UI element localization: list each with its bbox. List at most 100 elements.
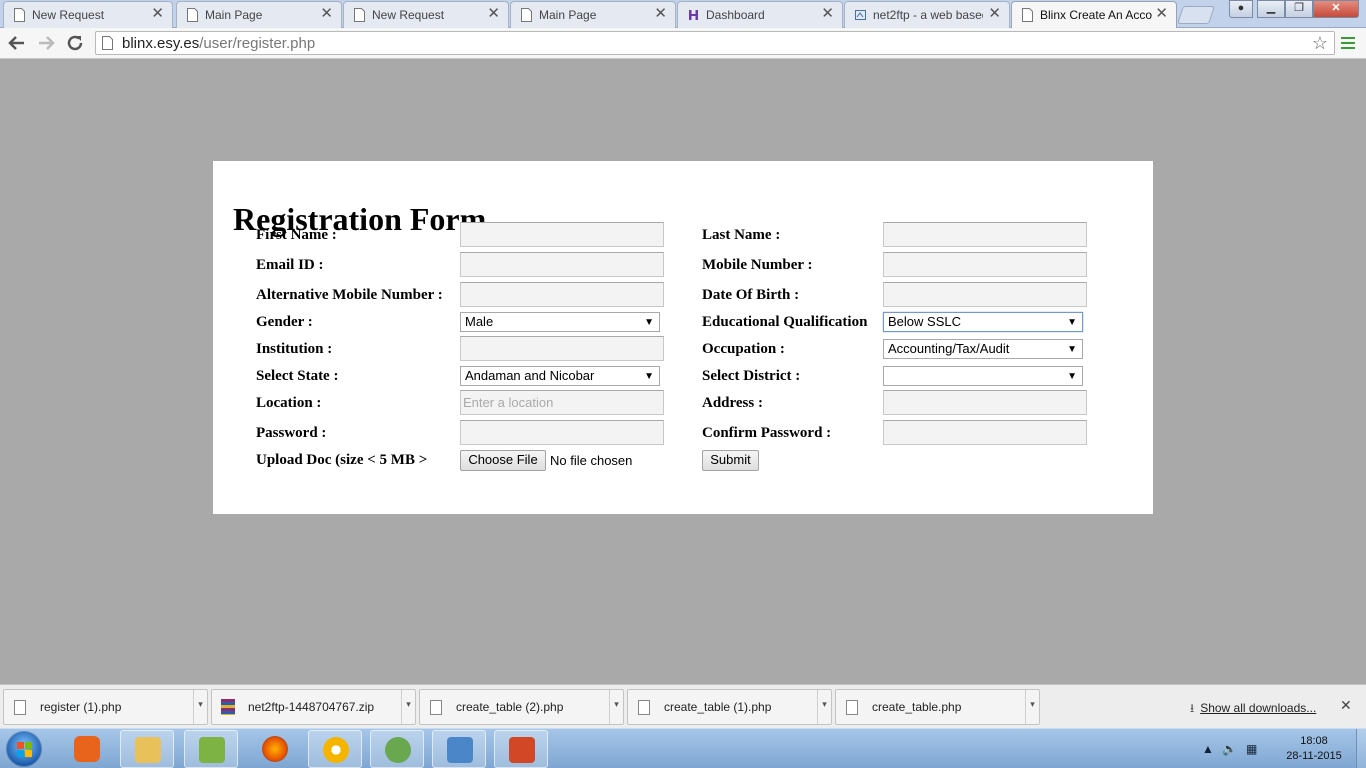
- close-icon[interactable]: ✕: [988, 6, 1001, 22]
- dropdown-arrow-icon: ▼: [644, 317, 654, 328]
- page-icon: [102, 36, 113, 50]
- show-all-downloads-link[interactable]: ⭳ Show all downloads...: [1190, 699, 1316, 720]
- bookmark-star-icon[interactable]: ☆: [1312, 32, 1328, 54]
- download-item[interactable]: net2ftp-1448704767.zip ▾: [211, 689, 416, 725]
- mobile-input[interactable]: [883, 252, 1087, 277]
- password-input[interactable]: [460, 420, 664, 445]
- start-button[interactable]: [6, 731, 42, 767]
- tab-blinx-create-account[interactable]: Blinx Create An Accou ✕: [1011, 1, 1177, 29]
- location-input[interactable]: Enter a location: [460, 390, 664, 415]
- volume-icon[interactable]: 🔈: [1222, 742, 1237, 756]
- page-icon: [354, 8, 365, 22]
- clock-time: 18:08: [1300, 735, 1328, 747]
- close-icon[interactable]: ✕: [1155, 6, 1168, 22]
- dropdown-arrow-icon: ▼: [1067, 371, 1077, 382]
- chevron-down-icon[interactable]: ▾: [193, 690, 207, 724]
- address-input[interactable]: [883, 390, 1087, 415]
- occupation-select[interactable]: Accounting/Tax/Audit ▼: [883, 339, 1083, 359]
- tab-dashboard[interactable]: Dashboard ✕: [677, 1, 843, 28]
- menu-icon[interactable]: [1341, 37, 1355, 49]
- submit-button[interactable]: Submit: [702, 450, 759, 471]
- powerpoint-icon[interactable]: [494, 730, 548, 768]
- download-name: net2ftp-1448704767.zip: [248, 700, 375, 714]
- dropdown-arrow-icon: ▼: [1067, 344, 1077, 355]
- close-icon[interactable]: ✕: [654, 6, 667, 22]
- user-icon[interactable]: ●: [1229, 0, 1253, 18]
- tab-title: net2ftp - a web based: [873, 8, 983, 22]
- media-player-icon[interactable]: [60, 730, 114, 768]
- occupation-selected-value: Accounting/Tax/Audit: [888, 341, 1010, 356]
- page-icon: [1022, 8, 1033, 22]
- tab-main-page-2[interactable]: Main Page ✕: [510, 1, 676, 28]
- close-icon[interactable]: ✕: [821, 6, 834, 22]
- notepad-plus-icon[interactable]: [184, 730, 238, 768]
- confirm-password-input[interactable]: [883, 420, 1087, 445]
- file-status-text: No file chosen: [550, 453, 633, 468]
- state-selected-value: Andaman and Nicobar: [465, 368, 595, 383]
- registration-card: First Name : Email ID : Alternative Mobi…: [213, 161, 1153, 514]
- close-icon[interactable]: ✕: [1340, 697, 1352, 714]
- download-item[interactable]: register (1).php ▾: [3, 689, 208, 725]
- forward-button[interactable]: [34, 31, 58, 55]
- institution-input[interactable]: [460, 336, 664, 361]
- alt-mobile-input[interactable]: [460, 282, 664, 307]
- image-viewer-icon[interactable]: [432, 730, 486, 768]
- chrome-icon[interactable]: [308, 730, 362, 768]
- show-all-label: Show all downloads...: [1200, 701, 1317, 715]
- show-desktop-button[interactable]: [1356, 729, 1366, 768]
- tab-strip: New Request ✕ Main Page ✕ New Request ✕ …: [0, 0, 1366, 29]
- first-name-input[interactable]: [460, 222, 664, 247]
- last-name-input[interactable]: [883, 222, 1087, 247]
- qualification-select[interactable]: Below SSLC ▼: [883, 312, 1083, 332]
- minimize-button[interactable]: ▁: [1257, 0, 1285, 18]
- clock[interactable]: 18:08 28-11-2015: [1278, 734, 1350, 764]
- email-input[interactable]: [460, 252, 664, 277]
- gender-select[interactable]: Male ▼: [460, 312, 660, 332]
- tab-net2ftp[interactable]: net2ftp - a web based ✕: [844, 1, 1010, 28]
- file-icon: [638, 700, 650, 715]
- chevron-down-icon[interactable]: ▾: [401, 690, 415, 724]
- reload-button[interactable]: [63, 31, 87, 55]
- window-close-button[interactable]: ✕: [1313, 0, 1359, 18]
- chevron-down-icon[interactable]: ▾: [609, 690, 623, 724]
- file-explorer-icon[interactable]: [120, 730, 174, 768]
- firefox-icon[interactable]: [248, 730, 302, 768]
- download-item[interactable]: create_table (2).php ▾: [419, 689, 624, 725]
- choose-file-button[interactable]: Choose File: [460, 450, 546, 471]
- back-button[interactable]: [5, 31, 29, 55]
- dob-input[interactable]: [883, 282, 1087, 307]
- reload-icon: [67, 35, 83, 51]
- windows-logo-icon: [17, 742, 33, 758]
- chevron-down-icon[interactable]: ▾: [817, 690, 831, 724]
- close-icon[interactable]: ✕: [151, 6, 164, 22]
- tab-main-page-1[interactable]: Main Page ✕: [176, 1, 342, 28]
- download-item[interactable]: create_table (1).php ▾: [627, 689, 832, 725]
- close-icon[interactable]: ✕: [320, 6, 333, 22]
- download-arrow-icon: ⭳: [1190, 701, 1195, 715]
- gender-label: Gender :: [256, 314, 313, 330]
- toad-icon[interactable]: [370, 730, 424, 768]
- address-label: Address :: [702, 395, 763, 411]
- new-tab-button[interactable]: [1177, 6, 1215, 24]
- download-shelf: register (1).php ▾ net2ftp-1448704767.zi…: [0, 684, 1366, 728]
- tab-new-request-2[interactable]: New Request ✕: [343, 1, 509, 28]
- page-title: Registration Form: [233, 201, 487, 237]
- district-select[interactable]: ▼: [883, 366, 1083, 386]
- chevron-down-icon[interactable]: ▾: [1025, 690, 1039, 724]
- show-hidden-icons-icon[interactable]: ▲: [1202, 742, 1214, 756]
- state-select[interactable]: Andaman and Nicobar ▼: [460, 366, 660, 386]
- last-name-label: Last Name :: [702, 227, 781, 243]
- download-name: register (1).php: [40, 700, 122, 714]
- network-icon[interactable]: ▦: [1246, 742, 1257, 756]
- zip-icon: [221, 699, 235, 715]
- qualification-selected-value: Below SSLC: [888, 314, 961, 329]
- maximize-button[interactable]: ❐: [1285, 0, 1313, 18]
- url-host: blinx.esy.es: [122, 35, 200, 52]
- alt-mobile-label: Alternative Mobile Number :: [256, 287, 443, 303]
- tab-new-request-1[interactable]: New Request ✕: [3, 1, 173, 28]
- download-item[interactable]: create_table.php ▾: [835, 689, 1040, 725]
- hosting-icon: [689, 10, 698, 20]
- close-icon[interactable]: ✕: [487, 6, 500, 22]
- address-bar[interactable]: blinx.esy.es/user/register.php ☆: [95, 31, 1335, 55]
- arrow-right-icon: [39, 36, 55, 50]
